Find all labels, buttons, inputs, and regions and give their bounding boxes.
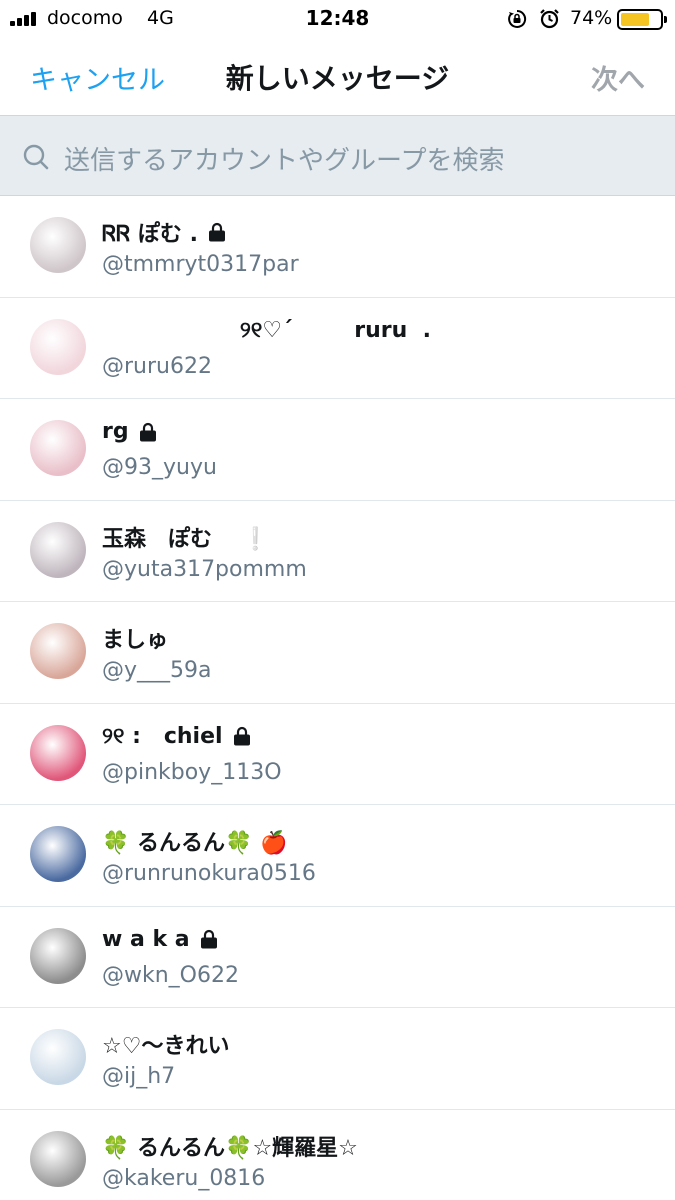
lock-icon — [206, 221, 228, 243]
account-handle: @yuta317pommm — [102, 556, 307, 582]
avatar — [30, 318, 86, 375]
lock-icon — [198, 928, 220, 950]
account-row[interactable]: 🍀 るんるん🍀☆輝羅星☆ @kakeru_0816 — [0, 1110, 675, 1200]
account-name: 🍀 るんるん🍀 🍎 — [102, 825, 288, 857]
account-name: ୨୧♡ˊ ruru . — [102, 318, 431, 343]
account-name-text: ୨୧ : chiel — [102, 723, 223, 749]
avatar — [30, 826, 86, 882]
search-bar[interactable]: 送信するアカウントやグループを検索 — [0, 116, 675, 196]
avatar — [30, 724, 86, 781]
battery-fill — [621, 13, 649, 26]
account-handle: @ij_h7 — [102, 1064, 176, 1089]
account-name: ☆♡〜きれい — [102, 1028, 229, 1060]
avatar — [30, 1130, 86, 1187]
account-name-text: 玉森 ぽむ ❕ — [102, 526, 270, 552]
alarm-icon — [540, 9, 559, 29]
account-handle: @wkn_O622 — [102, 962, 239, 988]
account-row[interactable]: w a k a @wkn_O622 — [0, 907, 675, 1008]
avatar — [30, 420, 86, 476]
account-row[interactable]: ୨୧ : chiel @pinkboy_113O — [0, 704, 675, 805]
account-handle: @kakeru_0816 — [102, 1165, 266, 1191]
next-button[interactable]: 次へ — [591, 58, 645, 97]
avatar — [30, 623, 86, 679]
account-name-text: ᏒᏒ ぽむ . — [102, 222, 198, 247]
account-name: ୨୧ : chiel — [102, 724, 253, 749]
battery-icon — [617, 9, 667, 30]
account-name: ましゅ — [102, 622, 168, 654]
page-title: 新しいメッセージ — [225, 62, 450, 95]
account-row[interactable]: ᏒᏒ ぽむ . @tmmryt0317par — [0, 196, 675, 298]
account-row[interactable]: rg @93_yuyu — [0, 399, 675, 501]
account-name: 玉森 ぽむ ❕ — [102, 521, 269, 553]
avatar — [30, 521, 86, 578]
lock-icon — [231, 725, 253, 747]
avatar — [30, 1029, 86, 1085]
account-handle: @y___59a — [102, 658, 212, 683]
status-bar: docomo 4G 12:48 74% — [0, 0, 675, 40]
avatar — [30, 927, 86, 984]
search-icon — [23, 144, 49, 170]
account-row[interactable]: ☆♡〜きれい @ij_h7 — [0, 1008, 675, 1110]
account-row[interactable]: ୨୧♡ˊ ruru . @ruru622 — [0, 298, 675, 399]
search-input[interactable]: 送信するアカウントやグループを検索 — [64, 140, 504, 177]
account-list: ᏒᏒ ぽむ . @tmmryt0317par ୨୧♡ˊ ruru . @ruru62… — [0, 196, 675, 1200]
account-row[interactable]: ましゅ @y___59a — [0, 602, 675, 704]
battery-percent: 74% — [570, 7, 613, 29]
account-handle: @runrunokura0516 — [102, 861, 316, 886]
account-name-text: ☆♡〜きれい — [102, 1034, 230, 1059]
account-handle: @ruru622 — [102, 353, 212, 379]
account-name-text: 🍀 るんるん🍀 🍎 — [102, 831, 288, 856]
account-row[interactable]: 玉森 ぽむ ❕ @yuta317pommm — [0, 501, 675, 602]
account-name-text: ましゅ — [102, 628, 169, 653]
rotation-lock-icon — [508, 9, 527, 28]
account-handle: @pinkboy_113O — [102, 759, 282, 785]
account-name: w a k a — [102, 927, 220, 952]
account-name-text: ୨୧♡ˊ ruru . — [102, 317, 431, 343]
account-handle: @tmmryt0317par — [102, 252, 299, 277]
avatar — [30, 217, 86, 273]
account-name-text: 🍀 るんるん🍀☆輝羅星☆ — [102, 1135, 358, 1161]
account-name: 🍀 るんるん🍀☆輝羅星☆ — [102, 1130, 358, 1162]
account-name: ᏒᏒ ぽむ . — [102, 216, 228, 248]
account-name: rg — [102, 419, 159, 444]
nav-bar: キャンセル 新しいメッセージ 次へ — [0, 40, 675, 116]
account-name-text: rg — [102, 419, 129, 444]
account-row[interactable]: 🍀 るんるん🍀 🍎 @runrunokura0516 — [0, 805, 675, 907]
lock-icon — [137, 421, 159, 443]
account-name-text: w a k a — [102, 926, 190, 952]
account-handle: @93_yuyu — [102, 455, 217, 480]
